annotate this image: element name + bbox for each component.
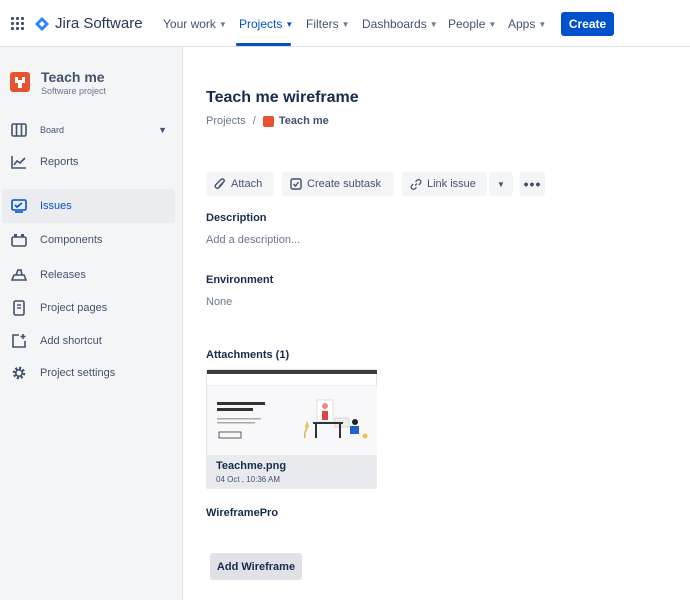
add-wireframe-button[interactable]: Add Wireframe (210, 553, 302, 580)
project-type: Software project (41, 86, 107, 96)
reports-icon (11, 154, 27, 170)
description-heading: Description (206, 212, 267, 224)
page-title: Teach me wireframe (206, 89, 359, 106)
nav-dashboards[interactable]: Dashboards ▼ (362, 17, 438, 31)
app-switcher-icon[interactable] (11, 17, 25, 31)
chevron-down-icon: ▼ (538, 20, 547, 29)
more-actions-button[interactable]: ••• (520, 172, 545, 196)
settings-icon (11, 365, 27, 381)
breadcrumb: Projects / Teach me (206, 115, 329, 127)
more-icon: ••• (523, 176, 542, 192)
sidebar-item-issues[interactable]: Issues (2, 189, 175, 223)
create-subtask-button[interactable]: Create subtask (282, 172, 394, 196)
paperclip-icon (214, 177, 226, 190)
board-icon (11, 122, 27, 138)
sidebar-item-project-settings[interactable]: Project settings (2, 356, 175, 390)
sidebar-item-releases[interactable]: Releases (2, 258, 175, 292)
chevron-down-icon: ▼ (488, 20, 497, 29)
chevron-down-icon: ▼ (341, 20, 350, 29)
project-name[interactable]: Teach me (41, 69, 105, 85)
sidebar-item-label: Board (40, 125, 65, 135)
chevron-down-icon: ▼ (218, 20, 227, 29)
create-button[interactable]: Create (561, 12, 614, 36)
sidebar-item-reports[interactable]: Reports (2, 145, 175, 179)
active-nav-indicator (236, 43, 291, 46)
attachment-card[interactable]: Teachme.png 04 Oct , 10:36 AM (206, 369, 377, 489)
breadcrumb-current-project[interactable]: Teach me (279, 115, 329, 127)
issues-icon (11, 198, 27, 214)
chevron-down-icon: ▼ (285, 20, 294, 29)
components-icon (11, 232, 27, 248)
nav-projects[interactable]: Projects ▼ (239, 17, 293, 31)
project-avatar-icon (262, 115, 274, 127)
add-shortcut-icon (11, 333, 27, 349)
wireframe-preview-illustration (217, 399, 368, 439)
sidebar-item-label: Add shortcut (40, 335, 102, 347)
nav-filters[interactable]: Filters ▼ (306, 17, 350, 31)
project-avatar[interactable] (10, 72, 30, 92)
sidebar-item-add-shortcut[interactable]: Add shortcut (2, 324, 175, 358)
attachment-thumbnail (206, 369, 377, 456)
issue-view: Teach me wireframe Projects / Teach me A… (184, 47, 690, 600)
link-icon (410, 178, 422, 190)
jira-logo[interactable]: Jira Software (35, 15, 143, 32)
sidebar-item-board[interactable]: Board ▼ (2, 113, 175, 147)
nav-people[interactable]: People ▼ (448, 17, 496, 31)
releases-icon (11, 267, 27, 283)
environment-heading: Environment (206, 274, 274, 286)
nav-your-work[interactable]: Your work ▼ (163, 17, 227, 31)
description-field[interactable]: Add a description... (206, 234, 300, 246)
chevron-down-icon[interactable]: ▼ (158, 125, 167, 135)
attach-button[interactable]: Attach (206, 172, 274, 196)
sidebar-item-project-pages[interactable]: Project pages (2, 291, 175, 325)
sidebar-item-label: Project pages (40, 302, 108, 314)
attachment-date: 04 Oct , 10:36 AM (216, 475, 281, 484)
sidebar-item-components[interactable]: Components (2, 223, 175, 257)
chevron-down-icon: ▼ (497, 179, 505, 189)
environment-field[interactable]: None (206, 296, 232, 308)
sidebar-item-label: Project settings (40, 367, 116, 379)
sidebar-item-label: Components (40, 234, 103, 246)
wireframepro-heading: WireframePro (206, 507, 279, 519)
sidebar-item-label: Releases (40, 269, 86, 281)
breadcrumb-projects[interactable]: Projects (206, 115, 246, 127)
chevron-down-icon: ▼ (429, 20, 438, 29)
sidebar-item-label: Reports (40, 156, 79, 168)
nav-apps[interactable]: Apps ▼ (508, 17, 546, 31)
breadcrumb-separator: / (252, 115, 256, 127)
top-navigation: Jira Software Your work ▼ Projects ▼ Filte… (0, 0, 690, 47)
sidebar-item-label: Issues (40, 200, 72, 212)
link-issue-button[interactable]: Link issue (402, 172, 487, 196)
link-issue-dropdown-button[interactable]: ▼ (489, 172, 513, 196)
product-name: Jira Software (55, 15, 143, 32)
project-sidebar: Teach me Software project Board ▼ Report… (0, 47, 183, 600)
jira-logo-icon (35, 16, 49, 31)
attachments-heading: Attachments (1) (206, 349, 290, 361)
project-avatar-icon (15, 77, 25, 88)
subtask-icon (290, 178, 302, 190)
pages-icon (11, 300, 27, 316)
attachment-file-name: Teachme.png (216, 460, 287, 472)
